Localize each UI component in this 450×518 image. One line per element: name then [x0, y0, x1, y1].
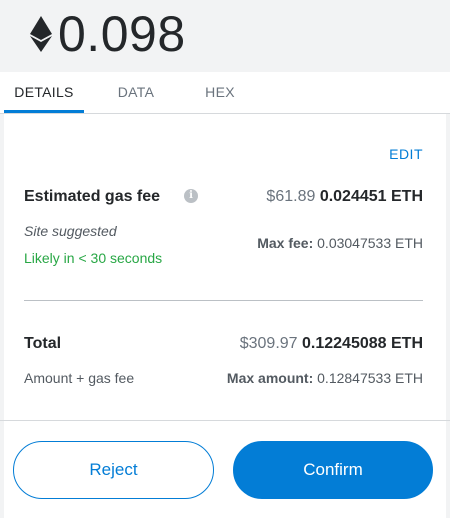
total-value: $309.97 0.12245088 ETH: [240, 335, 423, 353]
tab-details[interactable]: DETAILS: [4, 72, 84, 114]
confirm-button[interactable]: Confirm: [233, 441, 433, 499]
max-amount: Max amount: 0.12847533 ETH: [227, 370, 423, 386]
gas-fee-value: $61.89 0.024451 ETH: [266, 188, 423, 206]
edit-gas-link[interactable]: EDIT: [389, 146, 423, 162]
left-edge: [0, 114, 4, 518]
section-divider: [24, 300, 423, 301]
likely-time-label: Likely in < 30 seconds: [24, 250, 163, 266]
info-icon[interactable]: i: [184, 189, 198, 203]
reject-button[interactable]: Reject: [13, 441, 214, 499]
tab-data[interactable]: DATA: [100, 72, 172, 114]
footer-divider: [0, 420, 450, 421]
details-tabs: DETAILS DATA HEX: [0, 72, 450, 114]
ethereum-icon: [30, 16, 52, 52]
right-edge: [446, 114, 450, 518]
estimated-gas-fee-label: Estimated gas fee: [24, 188, 161, 205]
total-fiat: $309.97: [239, 335, 298, 352]
max-amount-label: Max amount:: [226, 370, 314, 386]
active-tab-indicator: [4, 110, 84, 113]
amount-header: 0.098: [0, 0, 450, 72]
max-amount-value: 0.12847533 ETH: [317, 370, 423, 386]
amount-plus-gas-label: Amount + gas fee: [24, 370, 135, 386]
tab-hex[interactable]: HEX: [188, 72, 252, 114]
transaction-amount: 0.098: [58, 6, 186, 62]
site-suggested-label: Site suggested: [24, 223, 117, 239]
total-eth: 0.12245088 ETH: [302, 335, 423, 352]
max-fee: Max fee: 0.03047533 ETH: [257, 235, 423, 251]
total-label: Total: [24, 335, 62, 352]
max-fee-label: Max fee:: [257, 235, 314, 251]
gas-fee-eth: 0.024451 ETH: [319, 188, 423, 205]
max-fee-value: 0.03047533 ETH: [317, 235, 423, 251]
gas-fee-fiat: $61.89: [266, 188, 316, 205]
